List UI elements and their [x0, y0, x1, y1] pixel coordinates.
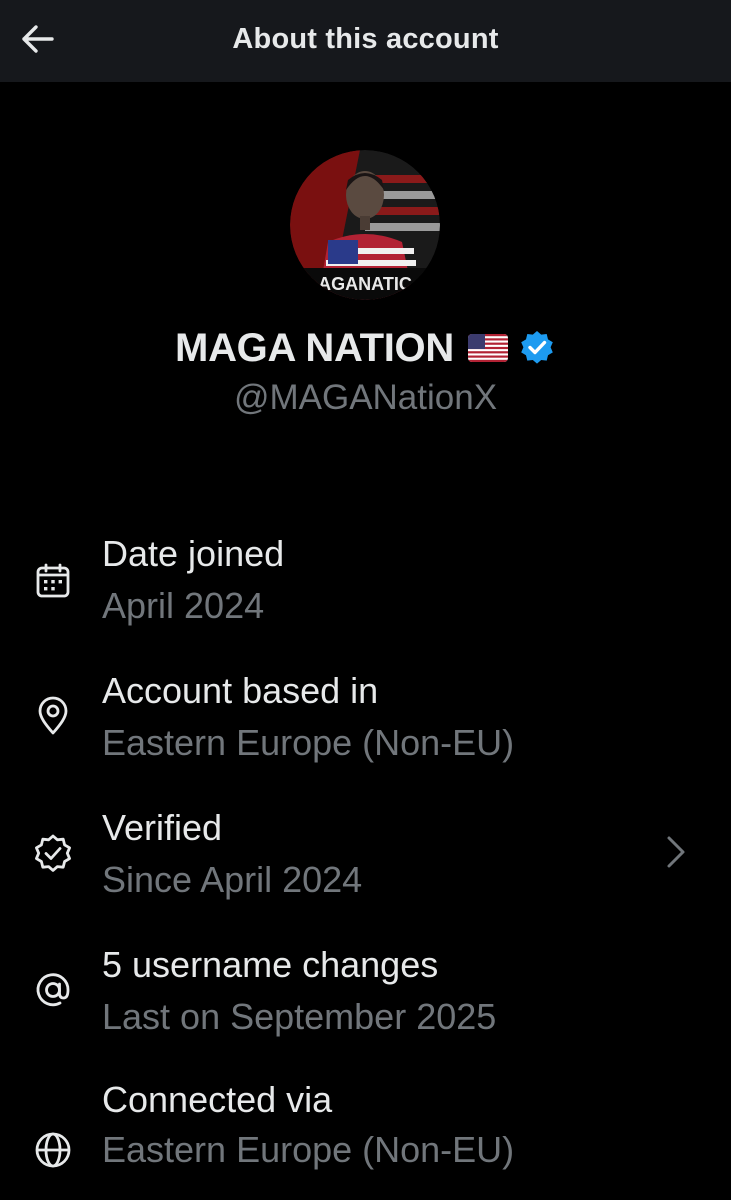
account-based-label: Account based in [102, 670, 379, 711]
verified-label: Verified [102, 807, 223, 848]
avatar[interactable]: AGANATIC [290, 150, 440, 300]
chevron-right-icon[interactable] [661, 832, 691, 872]
verified-row[interactable]: Verified Since April 2024 [0, 802, 731, 912]
avatar-text: AGANATIC [318, 274, 412, 294]
date-joined-row: Date joined April 2024 [0, 528, 731, 638]
verified-outline-icon [30, 830, 76, 876]
name-row: MAGA NATION [0, 322, 731, 374]
date-joined-label: Date joined [102, 533, 285, 574]
display-name: MAGA NATION [175, 325, 454, 370]
username-handle: @MAGANationX [233, 378, 498, 417]
connected-via-label: Connected via [102, 1079, 333, 1120]
connected-via-value: Eastern Europe (Non-EU) [102, 1129, 515, 1170]
us-flag-icon [467, 334, 508, 362]
globe-icon [30, 1127, 76, 1173]
username-changes-label: 5 username changes [102, 944, 439, 985]
verified-badge-icon[interactable] [518, 329, 556, 367]
connected-via-row: Connected via Eastern Europe (Non-EU) [0, 1075, 731, 1185]
account-based-value: Eastern Europe (Non-EU) [102, 722, 515, 763]
top-bar: About this account [0, 0, 731, 82]
calendar-icon [30, 558, 76, 604]
at-sign-icon [30, 967, 76, 1013]
date-joined-value: April 2024 [102, 585, 265, 626]
username-changes-row: 5 username changes Last on September 202… [0, 939, 731, 1049]
verified-value: Since April 2024 [102, 859, 363, 900]
page-title: About this account [232, 23, 499, 55]
username-changes-value: Last on September 2025 [102, 996, 497, 1037]
location-pin-icon [30, 693, 76, 739]
account-based-row: Account based in Eastern Europe (Non-EU) [0, 665, 731, 775]
